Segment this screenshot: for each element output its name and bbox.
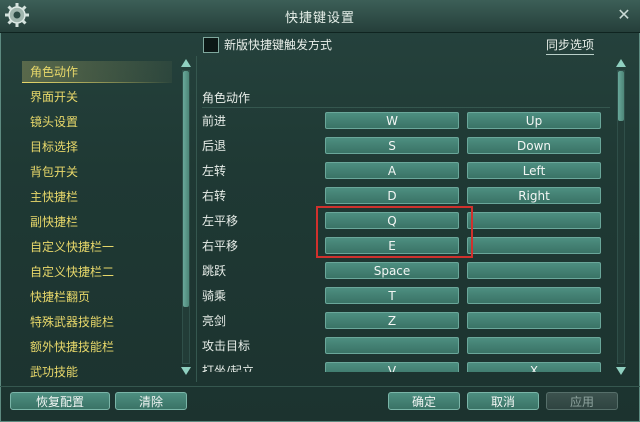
- sidebar-item-bag-toggle[interactable]: 背包开关: [30, 161, 78, 183]
- secondary-key-button[interactable]: [467, 237, 601, 254]
- secondary-key-button[interactable]: [467, 337, 601, 354]
- secondary-key-button[interactable]: [467, 312, 601, 329]
- sidebar-scroll-up-icon[interactable]: [181, 59, 191, 67]
- sidebar-item-martial-skills[interactable]: 武功技能: [30, 361, 78, 383]
- action-label: 后退: [202, 139, 227, 153]
- new-trigger-mode-label: 新版快捷键触发方式: [224, 38, 333, 52]
- keybinding-row-turn-left: 左转 A Left: [200, 160, 610, 182]
- keybinding-row-forward: 前进 W Up: [200, 110, 610, 132]
- primary-key-button[interactable]: Z: [325, 312, 459, 329]
- action-label: 打坐/起立: [202, 364, 255, 372]
- secondary-key-button[interactable]: X: [467, 362, 601, 372]
- secondary-key-button[interactable]: [467, 262, 601, 279]
- sidebar-item-special-weapon-skills[interactable]: 特殊武器技能栏: [30, 311, 114, 333]
- secondary-key-button[interactable]: Up: [467, 112, 601, 129]
- sidebar-item-interface-toggles[interactable]: 界面开关: [30, 86, 78, 108]
- keybinding-row-jump: 跳跃 Space: [200, 260, 610, 282]
- secondary-key-button[interactable]: [467, 212, 601, 229]
- primary-key-button[interactable]: V: [325, 362, 459, 372]
- secondary-key-button[interactable]: Left: [467, 162, 601, 179]
- primary-key-button[interactable]: S: [325, 137, 459, 154]
- cancel-button[interactable]: 取消: [467, 392, 539, 410]
- window-title: 快捷键设置: [284, 11, 355, 26]
- sidebar-scrollbar[interactable]: [182, 70, 190, 364]
- sync-options-link[interactable]: 同步选项: [546, 36, 595, 55]
- category-sidebar: 角色动作 界面开关 镜头设置 目标选择 背包开关 主快捷栏 副快捷栏 自定义快捷…: [22, 58, 180, 380]
- sidebar-item-custom-hotbar-1[interactable]: 自定义快捷栏一: [30, 236, 114, 258]
- section-divider: [202, 107, 610, 108]
- secondary-key-button[interactable]: Right: [467, 187, 601, 204]
- action-label: 攻击目标: [202, 339, 251, 353]
- sidebar-item-camera-settings[interactable]: 镜头设置: [30, 111, 78, 133]
- new-trigger-mode-checkbox[interactable]: [203, 37, 219, 53]
- restore-config-button[interactable]: 恢复配置: [10, 392, 110, 410]
- shortcut-settings-window: 快捷键设置 ✕ 新版快捷键触发方式 同步选项 角色动作 界面开关 镜头设置 目标…: [0, 0, 640, 422]
- sidebar-scroll-down-icon[interactable]: [181, 367, 191, 375]
- keybinding-row-mount: 骑乘 T: [200, 285, 610, 307]
- ok-button[interactable]: 确定: [388, 392, 460, 410]
- primary-key-button[interactable]: [325, 337, 459, 354]
- section-title: 角色动作: [202, 91, 251, 105]
- primary-key-button[interactable]: Q: [325, 212, 459, 229]
- main-scroll-up-icon[interactable]: [616, 59, 626, 67]
- primary-key-button[interactable]: E: [325, 237, 459, 254]
- primary-key-button[interactable]: W: [325, 112, 459, 129]
- clear-button[interactable]: 清除: [115, 392, 187, 410]
- action-label: 前进: [202, 114, 227, 128]
- action-label: 跳跃: [202, 264, 227, 278]
- action-label: 左平移: [202, 214, 239, 228]
- action-label: 骑乘: [202, 289, 227, 303]
- keybinding-row-draw-sword: 亮剑 Z: [200, 310, 610, 332]
- sidebar-item-secondary-hotbar[interactable]: 副快捷栏: [30, 211, 78, 233]
- sidebar-item-target-selection[interactable]: 目标选择: [30, 136, 78, 158]
- panel-divider: [196, 56, 197, 382]
- primary-key-button[interactable]: Space: [325, 262, 459, 279]
- keybinding-row-attack-target: 攻击目标: [200, 335, 610, 357]
- main-scrollbar[interactable]: [617, 70, 625, 364]
- sidebar-scroll-thumb[interactable]: [183, 71, 189, 307]
- keybinding-row-turn-right: 右转 D Right: [200, 185, 610, 207]
- close-icon[interactable]: ✕: [614, 5, 634, 25]
- primary-key-button[interactable]: T: [325, 287, 459, 304]
- action-label: 右转: [202, 189, 227, 203]
- title-bar[interactable]: 快捷键设置 ✕: [0, 0, 640, 33]
- action-label: 右平移: [202, 239, 239, 253]
- keybinding-row-strafe-right: 右平移 E: [200, 235, 610, 257]
- main-scroll-down-icon[interactable]: [616, 367, 626, 375]
- keybinding-list: 前进 W Up 后退 S Down 左转 A Left 右转 D Right 左…: [200, 110, 610, 372]
- keybinding-row-backward: 后退 S Down: [200, 135, 610, 157]
- sidebar-item-extra-hotbar[interactable]: 额外快捷技能栏: [30, 336, 114, 358]
- main-scroll-thumb[interactable]: [618, 71, 624, 121]
- sidebar-item-hotbar-paging[interactable]: 快捷栏翻页: [30, 286, 90, 308]
- sidebar-item-character-actions[interactable]: 角色动作: [22, 61, 172, 83]
- keybinding-row-meditate: 打坐/起立 V X: [200, 360, 610, 372]
- sidebar-item-custom-hotbar-2[interactable]: 自定义快捷栏二: [30, 261, 114, 283]
- action-label: 左转: [202, 164, 227, 178]
- secondary-key-button[interactable]: Down: [467, 137, 601, 154]
- primary-key-button[interactable]: D: [325, 187, 459, 204]
- apply-button[interactable]: 应用: [546, 392, 618, 410]
- action-label: 亮剑: [202, 314, 227, 328]
- primary-key-button[interactable]: A: [325, 162, 459, 179]
- bottom-divider: [0, 386, 640, 387]
- keybinding-row-strafe-left: 左平移 Q: [200, 210, 610, 232]
- secondary-key-button[interactable]: [467, 287, 601, 304]
- sidebar-item-main-hotbar[interactable]: 主快捷栏: [30, 186, 78, 208]
